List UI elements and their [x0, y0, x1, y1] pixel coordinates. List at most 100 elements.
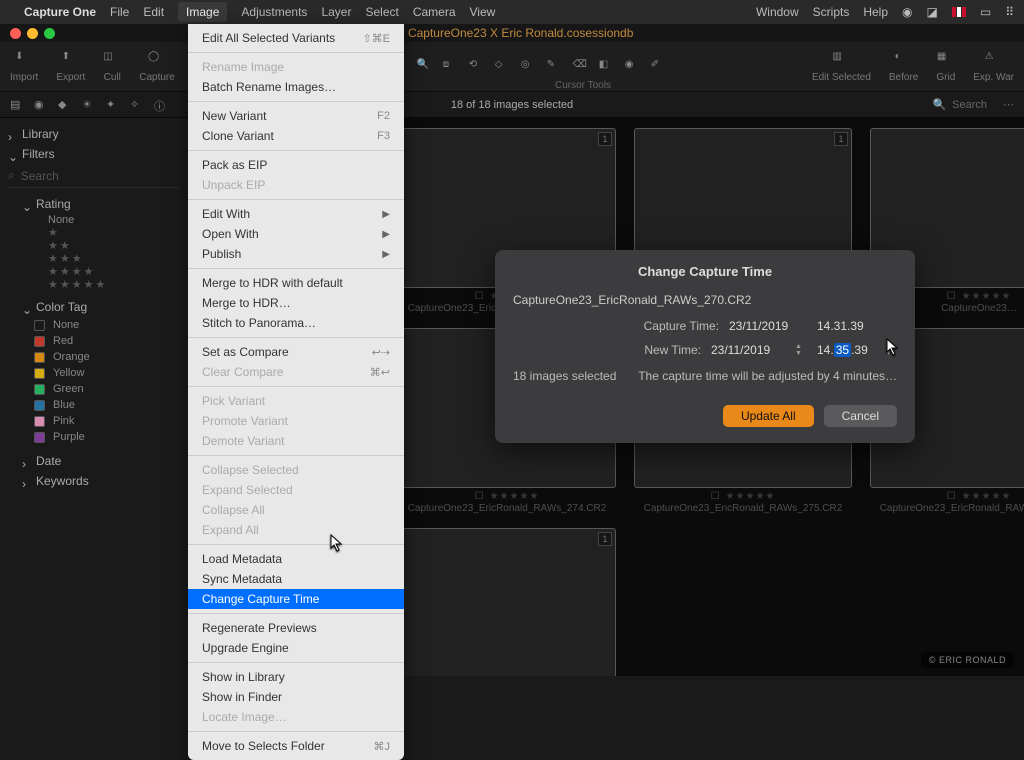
search-placeholder[interactable]: Search	[952, 99, 987, 111]
date-section[interactable]: ›Date	[8, 451, 180, 471]
new-time-input[interactable]: 14.35.39	[817, 343, 875, 357]
menu-item-pack-as-eip[interactable]: Pack as EIP	[188, 155, 404, 175]
metadata-tab-icon[interactable]: ⓘ	[154, 98, 168, 112]
record-icon[interactable]: ◉	[902, 5, 912, 19]
menu-view[interactable]: View	[470, 5, 496, 19]
menu-item-merge-to-hdr-with-default[interactable]: Merge to HDR with default	[188, 273, 404, 293]
rating-5[interactable]: ★★★★★	[8, 278, 180, 291]
menu-item-merge-to-hdr[interactable]: Merge to HDR…	[188, 293, 404, 313]
rating-1[interactable]: ★	[8, 226, 180, 239]
app-name[interactable]: Capture One	[24, 5, 96, 19]
menu-camera[interactable]: Camera	[413, 5, 456, 19]
crop-tool-icon[interactable]: ⧈	[443, 59, 459, 75]
color-tag-green[interactable]: Green	[8, 381, 180, 397]
menu-layer[interactable]: Layer	[321, 5, 351, 19]
lens-tab-icon[interactable]: ◉	[34, 98, 48, 112]
update-all-button[interactable]: Update All	[723, 405, 814, 427]
menu-item-upgrade-engine[interactable]: Upgrade Engine	[188, 638, 404, 658]
rating-stars[interactable]: ★★★★★	[490, 491, 540, 502]
menu-item-stitch-to-panorama[interactable]: Stitch to Panorama…	[188, 313, 404, 333]
capture-button[interactable]: ◯Capture	[139, 51, 175, 83]
exposure-tab-icon[interactable]: ☀	[82, 98, 96, 112]
menu-edit[interactable]: Edit	[143, 5, 164, 19]
menu-adjustments[interactable]: Adjustments	[241, 5, 307, 19]
window-minimize[interactable]	[27, 28, 38, 39]
checkbox-icon[interactable]: ☐	[947, 491, 956, 502]
library-tab-icon[interactable]: ▤	[10, 98, 24, 112]
radial-tool-icon[interactable]: ◉	[625, 59, 641, 75]
checkbox-icon[interactable]: ☐	[475, 291, 484, 302]
rating-stars[interactable]: ★★★★★	[962, 291, 1012, 302]
color-tag-blue[interactable]: Blue	[8, 397, 180, 413]
sidebar-library[interactable]: ›Library	[8, 124, 180, 144]
checkbox-icon[interactable]: ☐	[947, 291, 956, 302]
date-stepper[interactable]: ▲▼	[795, 341, 807, 359]
new-date-input[interactable]: 23/11/2019	[711, 343, 789, 357]
filter-icon[interactable]: ⋯	[1003, 98, 1014, 111]
menu-item-set-as-compare[interactable]: Set as Compare↩⇢	[188, 342, 404, 362]
menu-item-move-to-selects-folder[interactable]: Move to Selects Folder⌘J	[188, 736, 404, 756]
erase-tool-icon[interactable]: ⌫	[573, 59, 589, 75]
flag-icon[interactable]	[952, 7, 966, 17]
menu-select[interactable]: Select	[365, 5, 398, 19]
rating-stars[interactable]: ★★★★★	[726, 491, 776, 502]
import-button[interactable]: ⬇Import	[10, 51, 38, 83]
menu-item-clone-variant[interactable]: Clone VariantF3	[188, 126, 404, 146]
rating-2[interactable]: ★★	[8, 239, 180, 252]
menu-item-show-in-library[interactable]: Show in Library	[188, 667, 404, 687]
rating-stars[interactable]: ★★★★★	[962, 491, 1012, 502]
menu-item-sync-metadata[interactable]: Sync Metadata	[188, 569, 404, 589]
color-tag-purple[interactable]: Purple	[8, 429, 180, 445]
grid-button[interactable]: ▦Grid	[936, 51, 955, 83]
before-button[interactable]: ◐Before	[889, 51, 918, 83]
spot-tool-icon[interactable]: ◎	[521, 59, 537, 75]
menu-scripts[interactable]: Scripts	[813, 5, 850, 19]
color-tag-section[interactable]: ⌄Color Tag	[8, 297, 180, 317]
checkbox-icon[interactable]: ☐	[711, 491, 720, 502]
rating-3[interactable]: ★★★	[8, 252, 180, 265]
menu-window[interactable]: Window	[756, 5, 799, 19]
details-tab-icon[interactable]: ✦	[106, 98, 120, 112]
menu-item-publish[interactable]: Publish▶	[188, 244, 404, 264]
sidebar-search[interactable]: ⌕Search	[8, 164, 180, 188]
rating-section[interactable]: ⌄Rating	[8, 194, 180, 214]
shape-icon[interactable]: ◪	[927, 5, 938, 19]
menu-item-open-with[interactable]: Open With▶	[188, 224, 404, 244]
color-tag-red[interactable]: Red	[8, 333, 180, 349]
exp-warn-button[interactable]: ⚠Exp. War	[973, 51, 1014, 83]
color-tag-pink[interactable]: Pink	[8, 413, 180, 429]
menu-image[interactable]: Image	[178, 2, 227, 22]
menu-item-load-metadata[interactable]: Load Metadata	[188, 549, 404, 569]
color-tag-orange[interactable]: Orange	[8, 349, 180, 365]
window-close[interactable]	[10, 28, 21, 39]
menu-item-show-in-finder[interactable]: Show in Finder	[188, 687, 404, 707]
sidebar-filters[interactable]: ⌄Filters	[8, 144, 180, 164]
rotate-tool-icon[interactable]: ⟲	[469, 59, 485, 75]
keystone-tool-icon[interactable]: ◇	[495, 59, 511, 75]
window-maximize[interactable]	[44, 28, 55, 39]
color-tab-icon[interactable]: ◆	[58, 98, 72, 112]
cancel-button[interactable]: Cancel	[824, 405, 897, 427]
keywords-section[interactable]: ›Keywords	[8, 471, 180, 491]
checkbox-icon[interactable]: ☐	[475, 491, 484, 502]
menu-item-batch-rename-images[interactable]: Batch Rename Images…	[188, 77, 404, 97]
menu-help[interactable]: Help	[863, 5, 888, 19]
menu-file[interactable]: File	[110, 5, 129, 19]
menu-item-edit-with[interactable]: Edit With▶	[188, 204, 404, 224]
edit-selected-button[interactable]: ▥Edit Selected	[812, 51, 871, 83]
color-tag-none[interactable]: None	[8, 317, 180, 333]
loupe-tool-icon[interactable]: 🔍	[417, 59, 433, 75]
thumbnail[interactable]: 1☐★★★★★CaptureOne23…	[398, 528, 616, 676]
control-center-icon[interactable]: ⠿	[1005, 5, 1014, 19]
menu-item-change-capture-time[interactable]: Change Capture Time	[188, 589, 404, 609]
styles-tab-icon[interactable]: ✧	[130, 98, 144, 112]
export-button[interactable]: ⬆Export	[56, 51, 85, 83]
brush-tool-icon[interactable]: ✎	[547, 59, 563, 75]
annotate-tool-icon[interactable]: ✐	[651, 59, 667, 75]
menu-item-new-variant[interactable]: New VariantF2	[188, 106, 404, 126]
cull-button[interactable]: ◫Cull	[103, 51, 121, 83]
gradient-tool-icon[interactable]: ◧	[599, 59, 615, 75]
menu-item-regenerate-previews[interactable]: Regenerate Previews	[188, 618, 404, 638]
rating-none[interactable]: None	[8, 214, 180, 226]
rating-4[interactable]: ★★★★	[8, 265, 180, 278]
